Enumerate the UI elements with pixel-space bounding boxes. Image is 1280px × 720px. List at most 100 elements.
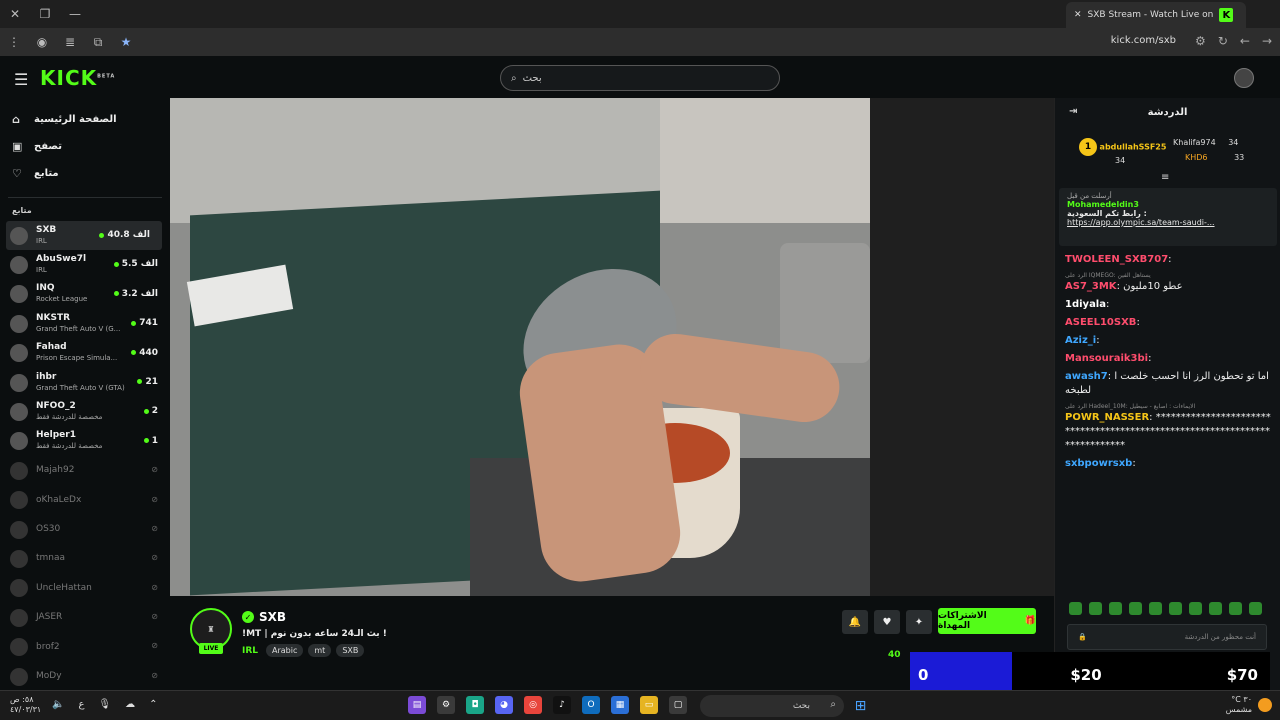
sidebar-channel-unclehattan[interactable]: UncleHattan ⊘ — [0, 574, 170, 603]
tag-sxb[interactable]: SXB — [336, 644, 365, 657]
url-field[interactable]: kick.com/sxb — [1111, 35, 1176, 46]
sidebar-channel-abuswe7l[interactable]: AbuSwe7l IRL الف 5.5 — [0, 250, 170, 279]
chat-message[interactable]: الرد على IQMEGO: يستاهل الفين AS7_3MK: عط… — [1055, 269, 1280, 296]
app-green-icon[interactable]: ◘ — [466, 696, 484, 714]
cloud-icon[interactable]: ☁ — [125, 699, 135, 710]
chat-username[interactable]: TWOLEEN_SXB707 — [1065, 254, 1168, 265]
hamburger-menu-icon[interactable]: ☰ — [14, 70, 28, 89]
chat-username[interactable]: 1diyala — [1065, 299, 1106, 310]
weather-widget[interactable]: °C ٣٠ مشمس — [1226, 695, 1252, 715]
file-explorer-icon[interactable]: ▭ — [640, 696, 658, 714]
chat-username[interactable]: awash7 — [1065, 371, 1108, 382]
chat-username[interactable]: sxbpowrsxb — [1065, 458, 1132, 469]
emote-icon[interactable] — [1069, 602, 1082, 615]
sidebar-channel-okhaledx[interactable]: oKhaLeDx ⊘ — [0, 486, 170, 515]
sidebar-channel-jaser[interactable]: JASER ⊘ — [0, 603, 170, 632]
pinned-link[interactable]: https://app.olympic.sa/team-saudi-... — [1067, 218, 1269, 227]
task-view-icon[interactable]: ▢ — [669, 696, 687, 714]
emote-icon[interactable] — [1209, 602, 1222, 615]
bookmark-star-icon[interactable]: ★ — [112, 35, 140, 49]
chat-message[interactable]: الرد على Hadeel_10M: الايماءات : اصابع -… — [1055, 400, 1280, 455]
sidebar-channel-ihbr[interactable]: ihbr Grand Theft Auto V (GTA) 21 — [0, 368, 170, 397]
chat-input[interactable]: 🔒 أنت محظور من الدردشة — [1067, 624, 1267, 650]
kick-logo[interactable]: KICKBETA — [40, 66, 115, 90]
close-tab-icon[interactable]: ✕ — [1074, 10, 1082, 20]
nav-following[interactable]: ♡ متابع — [0, 160, 170, 187]
close-window-icon[interactable]: ✕ — [0, 7, 30, 21]
site-settings-icon[interactable]: ⚙ — [1195, 34, 1206, 48]
sparkle-button[interactable]: ✦ — [906, 610, 932, 634]
microphone-icon[interactable]: 🎙 — [98, 699, 111, 710]
minimize-window-icon[interactable]: — — [60, 7, 90, 21]
sidebar-channel-os30[interactable]: OS30 ⊘ — [0, 515, 170, 544]
sidebar-channel-tmnaa[interactable]: tmnaa ⊘ — [0, 544, 170, 573]
user-avatar[interactable] — [1234, 68, 1254, 88]
pinned-message[interactable]: أرسلت من قبل Mohamedeldin3 رابط تكم السع… — [1059, 188, 1277, 246]
emote-icon[interactable] — [1189, 602, 1202, 615]
menu-dots-icon[interactable]: ⋮ — [0, 35, 28, 49]
chat-username[interactable]: Aziz_i — [1065, 335, 1096, 346]
emote-icon[interactable] — [1169, 602, 1182, 615]
chat-message[interactable]: TWOLEEN_SXB707: — [1055, 251, 1280, 269]
nav-browse[interactable]: ▣ تصفح — [0, 133, 170, 160]
emote-icon[interactable] — [1149, 602, 1162, 615]
chat-message[interactable]: 1diyala: — [1055, 296, 1280, 314]
collapse-chat-icon[interactable]: ⇥ — [1069, 106, 1077, 117]
taskbar-clock[interactable]: ٥٨: ص ٤٧/٠٣/٣١ — [10, 695, 41, 715]
clipchamp-icon[interactable]: ▤ — [408, 696, 426, 714]
chat-username[interactable]: ASEEL10SXB — [1065, 317, 1136, 328]
chat-username[interactable]: AS7_3MK — [1065, 281, 1117, 292]
follow-button[interactable]: ♥ — [874, 610, 900, 634]
chat-message[interactable]: sxbpowrsxb: — [1055, 455, 1280, 473]
emote-icon[interactable] — [1089, 602, 1102, 615]
discord-icon[interactable]: ◕ — [495, 696, 513, 714]
sidebar-channel-mody[interactable]: MoDy ⊘ — [0, 662, 170, 691]
chevron-up-icon[interactable]: ⌃ — [149, 699, 157, 710]
profile-icon[interactable]: ◉ — [28, 35, 56, 49]
channel-name[interactable]: ✓ SXB — [242, 610, 286, 624]
outlook-icon[interactable]: O — [582, 696, 600, 714]
notifications-button[interactable]: 🔔 — [842, 610, 868, 634]
sidebar-channel-sxb[interactable]: SXB IRL الف 40.8 — [6, 221, 162, 251]
extensions-icon[interactable]: ⧉ — [84, 35, 112, 50]
leaderboard-first[interactable]: 1 abdullahSSF25 34 — [1079, 138, 1166, 165]
tag-mt[interactable]: mt — [308, 644, 332, 657]
emote-icon[interactable] — [1129, 602, 1142, 615]
sidebar-channel-nkstr[interactable]: NKSTR Grand Theft Auto V (G... 741 — [0, 309, 170, 338]
chat-message[interactable]: Aziz_i: — [1055, 332, 1280, 350]
browser-tab[interactable]: ✕ SXB Stream - Watch Live on K — [1066, 2, 1246, 28]
chat-message[interactable]: awash7: اما تو تحطون الرز انا احسب خلصت … — [1055, 368, 1280, 400]
store-icon[interactable]: ▦ — [611, 696, 629, 714]
windows-start-icon[interactable]: ⊞ — [852, 697, 869, 714]
leaderboard-second[interactable]: Khalifa974 34 — [1173, 138, 1238, 147]
gift-subs-button[interactable]: الاشتراكات المهداة 🎁 — [938, 608, 1036, 634]
tag-arabic[interactable]: Arabic — [266, 644, 304, 657]
chat-message[interactable]: ASEEL10SXB: — [1055, 314, 1280, 332]
language-indicator[interactable]: ع — [78, 699, 84, 710]
chat-username[interactable]: POWR_NASSER — [1065, 412, 1149, 423]
back-icon[interactable]: ← — [1240, 34, 1250, 48]
sidebar-channel-helper1[interactable]: Helper1 مخصصة للدردشة فقط 1 — [0, 427, 170, 456]
speaker-icon[interactable]: 🔈 — [52, 699, 64, 710]
leaderboard-third[interactable]: KHD6 33 — [1185, 153, 1244, 162]
steam-icon[interactable]: ⚙ — [437, 696, 455, 714]
reload-icon[interactable]: ↻ — [1218, 34, 1228, 48]
sidebar-channel-brof2[interactable]: brof2 ⊘ — [0, 632, 170, 661]
search-input[interactable]: ⌕ بحث — [500, 65, 780, 91]
sidebar-channel-majah92[interactable]: Majah92 ⊘ — [0, 456, 170, 485]
reading-list-icon[interactable]: ≣ — [56, 35, 84, 49]
chat-message[interactable]: Mansouraik3bi: — [1055, 350, 1280, 368]
tiktok-icon[interactable]: ♪ — [553, 696, 571, 714]
sidebar-channel-fahad[interactable]: Fahad Prison Escape Simula... 440 — [0, 339, 170, 368]
category-link[interactable]: IRL — [242, 646, 258, 656]
nav-home[interactable]: ⌂ الصفحة الرئيسية — [0, 106, 170, 133]
maximize-window-icon[interactable]: ❐ — [30, 7, 60, 21]
sidebar-channel-nfoo_2[interactable]: NFOO_2 مخصصة للدردشة فقط 2 — [0, 397, 170, 426]
taskbar-search[interactable]: بحث ⌕ — [700, 695, 844, 717]
video-player[interactable] — [170, 98, 1054, 596]
filter-icon[interactable]: ≡ — [1161, 172, 1169, 183]
chrome-icon[interactable]: ◎ — [524, 696, 542, 714]
sidebar-channel-inq[interactable]: INQ Rocket League الف 3.2 — [0, 280, 170, 309]
chat-username[interactable]: Mansouraik3bi — [1065, 353, 1148, 364]
emote-icon[interactable] — [1109, 602, 1122, 615]
